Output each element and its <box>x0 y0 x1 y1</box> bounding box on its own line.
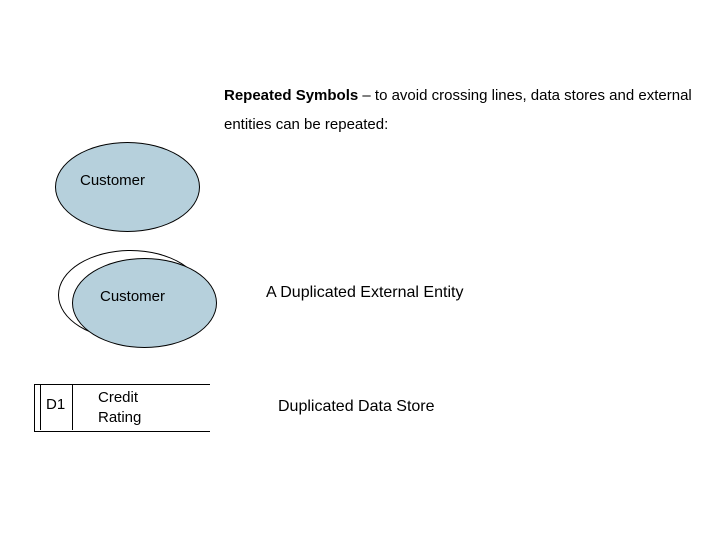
duplicated-datastore-caption: Duplicated Data Store <box>278 398 435 416</box>
data-store-id: D1 <box>46 396 65 413</box>
heading-bold: Repeated Symbols <box>224 87 358 104</box>
data-store-name-line1: Credit <box>98 389 138 406</box>
duplicated-entity-caption: A Duplicated External Entity <box>266 284 463 302</box>
data-store-name: Credit Rating <box>98 388 141 427</box>
external-entity-dup-label: Customer <box>100 288 165 305</box>
data-store-divider-id <box>72 384 73 430</box>
data-store-divider-left <box>40 384 41 430</box>
external-entity-label: Customer <box>80 172 145 189</box>
data-store-name-line2: Rating <box>98 409 141 426</box>
heading-text: Repeated Symbols – to avoid crossing lin… <box>224 82 694 139</box>
data-store: D1 Credit Rating <box>34 384 209 430</box>
